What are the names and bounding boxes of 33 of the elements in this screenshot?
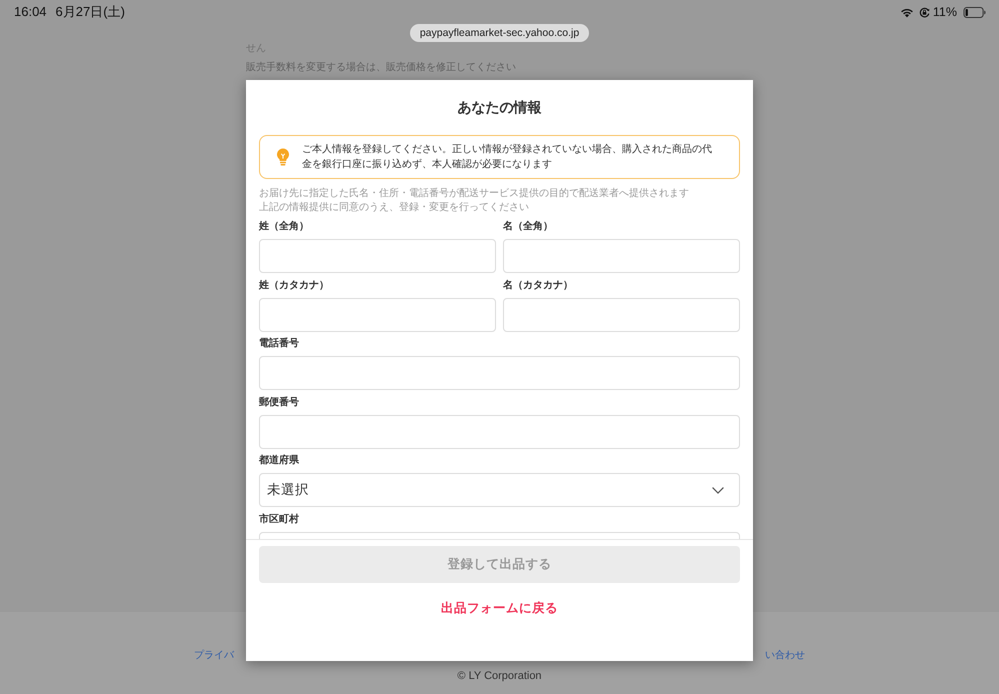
consent-text: 上記の情報提供に同意のうえ、登録・変更を行ってください bbox=[259, 201, 530, 215]
footer-link[interactable]: プライバ bbox=[194, 649, 234, 662]
status-date: 6月27日(土) bbox=[56, 4, 125, 20]
field-label: 市区町村 bbox=[259, 512, 300, 526]
field-label: 電話番号 bbox=[259, 337, 300, 350]
input-field[interactable] bbox=[503, 239, 740, 273]
url-bar[interactable]: paypayfleamarket-sec.yahoo.co.jp bbox=[410, 24, 590, 42]
page-text: 販売手数料を変更する場合は、販売価格を修正してください bbox=[246, 61, 517, 75]
input-field[interactable] bbox=[259, 298, 496, 332]
field-label: 郵便番号 bbox=[259, 396, 300, 409]
consent-text: お届け先に指定した氏名・住所・電話番号が配送サービス提供の目的で配送業者へ提供されます bbox=[259, 187, 690, 201]
field-label: 姓（カタカナ） bbox=[259, 278, 330, 292]
battery-percent: 11% bbox=[932, 4, 957, 20]
footer-link[interactable]: い合わせ bbox=[765, 649, 805, 662]
wifi-icon bbox=[900, 6, 914, 18]
input-field[interactable] bbox=[259, 239, 496, 273]
dialog-title: あなたの情報 bbox=[456, 98, 542, 117]
battery-icon bbox=[963, 6, 986, 18]
field-label: 名（カタカナ） bbox=[503, 278, 574, 292]
field-label: 都道府県 bbox=[259, 454, 300, 468]
rotation-lock-icon bbox=[918, 6, 930, 18]
status-time: 16:04 bbox=[14, 4, 47, 20]
copyright-text: © LY Corporation bbox=[457, 669, 542, 683]
chevron-down-icon bbox=[712, 486, 724, 494]
notice-text: ご本人情報を登録してください。正しい情報が登録されていない場合、購入された商品の代金を銀行口座に振り込めず、本人確認が必要になります bbox=[302, 142, 713, 172]
back-link[interactable]: 出品フォームに戻る bbox=[441, 598, 558, 618]
lightbulb-icon bbox=[276, 148, 290, 166]
dropdown-select[interactable]: 未選択 bbox=[259, 473, 740, 508]
input-field[interactable] bbox=[259, 356, 740, 390]
field-label: 名（全角） bbox=[503, 220, 554, 233]
input-field[interactable] bbox=[259, 414, 740, 449]
field-label: 姓（全角） bbox=[259, 220, 310, 233]
input-field[interactable] bbox=[503, 298, 740, 332]
